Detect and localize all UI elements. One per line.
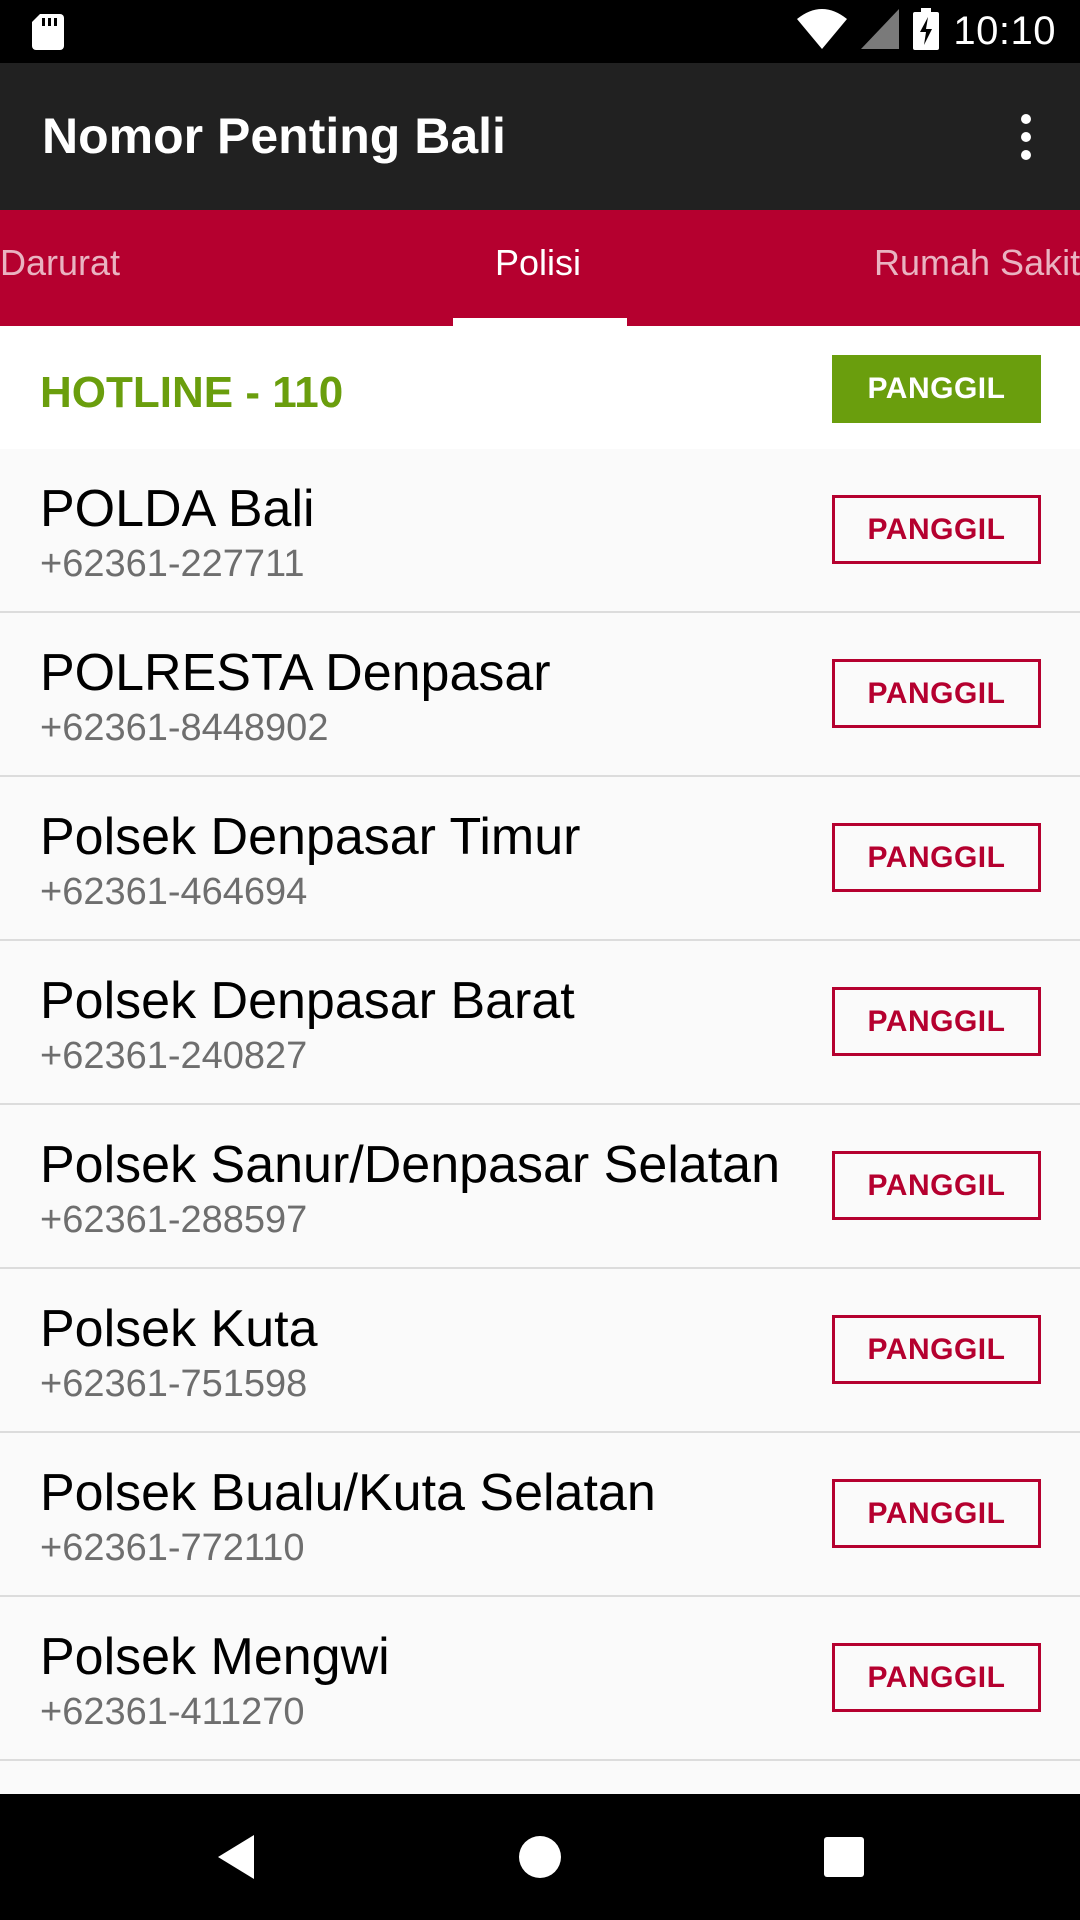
call-button[interactable]: PANGGIL bbox=[832, 987, 1041, 1056]
list-item: POLDA Bali +62361-227711 PANGGIL bbox=[0, 449, 1080, 613]
list-item: Polsek Sanur/Denpasar Selatan +62361-288… bbox=[0, 1105, 1080, 1269]
sd-card-icon bbox=[32, 14, 64, 55]
call-button[interactable]: PANGGIL bbox=[832, 823, 1041, 892]
contact-phone: +62361-240827 bbox=[40, 1035, 308, 1077]
list-item: Polsek Denpasar Timur +62361-464694 PANG… bbox=[0, 777, 1080, 941]
contact-phone: +62361-411270 bbox=[40, 1691, 305, 1733]
list-item: POLRESTA Denpasar +62361-8448902 PANGGIL bbox=[0, 613, 1080, 777]
list-item: Polsek Kuta +62361-751598 PANGGIL bbox=[0, 1269, 1080, 1433]
contact-phone: +62361-227711 bbox=[40, 543, 305, 585]
wifi-icon bbox=[797, 9, 848, 54]
call-button[interactable]: PANGGIL bbox=[832, 1151, 1041, 1220]
tab-polisi[interactable]: Polisi bbox=[495, 210, 581, 326]
contact-phone: +62361-288597 bbox=[40, 1199, 308, 1241]
hotline-label: HOTLINE - 110 bbox=[40, 368, 344, 417]
contact-name: Polsek Mengwi bbox=[40, 1628, 390, 1686]
call-button[interactable]: PANGGIL bbox=[832, 1315, 1041, 1384]
contact-phone: +62361-772110 bbox=[40, 1527, 305, 1569]
clock: 10:10 bbox=[953, 9, 1056, 53]
app-title: Nomor Penting Bali bbox=[42, 108, 506, 164]
call-button[interactable]: PANGGIL bbox=[832, 1479, 1041, 1548]
hotline-call-button[interactable]: PANGGIL bbox=[832, 355, 1041, 423]
navigation-bar bbox=[0, 1794, 1080, 1920]
more-vert-icon[interactable] bbox=[996, 107, 1056, 167]
tab-indicator bbox=[453, 318, 627, 326]
tab-darurat[interactable]: Darurat bbox=[0, 210, 120, 326]
tab-rumah-sakit[interactable]: Rumah Sakit bbox=[874, 210, 1080, 326]
contact-name: POLRESTA Denpasar bbox=[40, 644, 551, 702]
battery-charging-icon bbox=[913, 8, 940, 55]
call-button[interactable]: PANGGIL bbox=[832, 495, 1041, 564]
signal-icon bbox=[861, 9, 900, 54]
call-button[interactable]: PANGGIL bbox=[832, 659, 1041, 728]
contact-phone: +62361-8448902 bbox=[40, 707, 329, 749]
contact-name: Polsek Bualu/Kuta Selatan bbox=[40, 1464, 656, 1522]
list-item: Polsek Denpasar Barat +62361-240827 PANG… bbox=[0, 941, 1080, 1105]
contact-name: Polsek Kuta bbox=[40, 1300, 318, 1358]
list-item: Polsek Mengwi +62361-411270 PANGGIL bbox=[0, 1597, 1080, 1761]
app-bar: Nomor Penting Bali bbox=[0, 63, 1080, 210]
back-icon[interactable] bbox=[176, 1794, 296, 1920]
contact-name: POLDA Bali bbox=[40, 480, 315, 538]
list-item: Polsek Bualu/Kuta Selatan +62361-772110 … bbox=[0, 1433, 1080, 1597]
home-icon[interactable] bbox=[480, 1794, 600, 1920]
tab-bar: Darurat Polisi Rumah Sakit bbox=[0, 210, 1080, 326]
contact-list: POLDA Bali +62361-227711 PANGGIL POLREST… bbox=[0, 449, 1080, 1761]
call-button[interactable]: PANGGIL bbox=[832, 1643, 1041, 1712]
status-bar: 10:10 bbox=[0, 0, 1080, 63]
recents-icon[interactable] bbox=[784, 1794, 904, 1920]
contact-name: Polsek Denpasar Barat bbox=[40, 972, 575, 1030]
contact-name: Polsek Denpasar Timur bbox=[40, 808, 581, 866]
hotline-row: HOTLINE - 110 PANGGIL bbox=[0, 326, 1080, 449]
contact-name: Polsek Sanur/Denpasar Selatan bbox=[40, 1136, 781, 1194]
contact-phone: +62361-751598 bbox=[40, 1363, 308, 1405]
contact-phone: +62361-464694 bbox=[40, 871, 308, 913]
